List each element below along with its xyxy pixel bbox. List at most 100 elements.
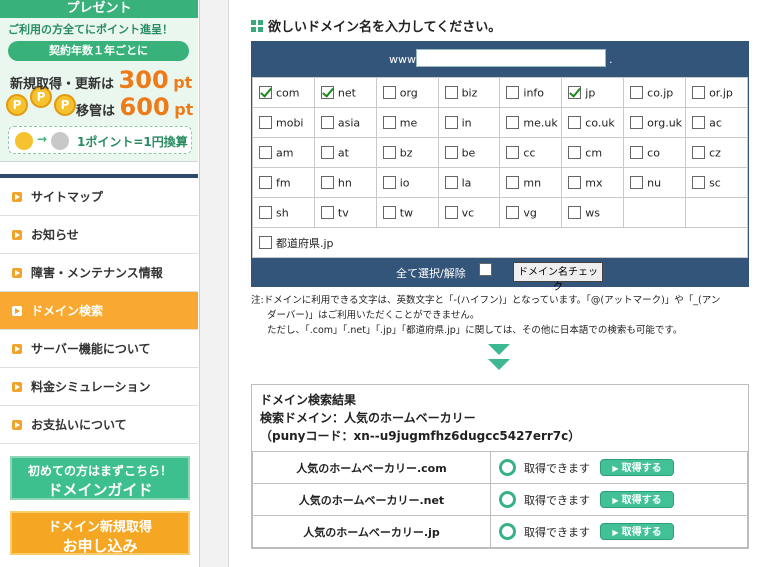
tld-cell[interactable]: sh bbox=[252, 197, 315, 228]
tld-cell[interactable]: io bbox=[375, 167, 439, 198]
tld-checkbox[interactable] bbox=[506, 86, 520, 100]
tld-cell[interactable]: info bbox=[499, 77, 563, 108]
tld-checkbox[interactable] bbox=[568, 206, 582, 220]
tld-cell[interactable]: mn bbox=[499, 167, 563, 198]
tld-checkbox[interactable] bbox=[692, 146, 706, 160]
tld-checkbox[interactable] bbox=[630, 146, 644, 160]
tld-label: info bbox=[523, 86, 545, 100]
tld-cell[interactable]: cm bbox=[561, 137, 625, 168]
tld-checkbox[interactable] bbox=[692, 176, 706, 190]
tld-checkbox[interactable] bbox=[382, 116, 396, 130]
tld-checkbox[interactable] bbox=[382, 86, 396, 100]
tld-checkbox[interactable] bbox=[259, 116, 272, 130]
tld-checkbox[interactable] bbox=[692, 116, 706, 130]
tld-checkbox[interactable] bbox=[320, 86, 334, 100]
tld-checkbox[interactable] bbox=[444, 86, 458, 100]
get-domain-button[interactable]: ▶ 取得する bbox=[600, 491, 674, 508]
tld-cell[interactable]: asia bbox=[313, 107, 377, 138]
tld-cell[interactable]: vc bbox=[437, 197, 501, 228]
tld-cell[interactable]: co.uk bbox=[561, 107, 625, 138]
tld-cell[interactable]: ac bbox=[685, 107, 748, 138]
tld-cell[interactable]: biz bbox=[437, 77, 501, 108]
tld-cell[interactable]: am bbox=[252, 137, 315, 168]
tld-cell[interactable]: me bbox=[375, 107, 439, 138]
prefecture-jp-checkbox[interactable] bbox=[259, 236, 272, 249]
domain-name-input[interactable] bbox=[416, 49, 606, 67]
tld-checkbox[interactable] bbox=[444, 176, 458, 190]
tld-checkbox[interactable] bbox=[320, 146, 334, 160]
tld-checkbox[interactable] bbox=[506, 176, 520, 190]
tld-cell[interactable]: sc bbox=[685, 167, 748, 198]
sidebar-item[interactable]: お知らせ bbox=[0, 216, 198, 254]
tld-checkbox[interactable] bbox=[259, 86, 272, 100]
sidebar-item[interactable]: サイトマップ bbox=[0, 178, 198, 216]
tld-checkbox[interactable] bbox=[382, 176, 396, 190]
tld-checkbox[interactable] bbox=[568, 116, 582, 130]
tld-cell[interactable]: bz bbox=[375, 137, 439, 168]
tld-checkbox[interactable] bbox=[320, 116, 334, 130]
tld-checkbox[interactable] bbox=[568, 176, 582, 190]
tld-cell[interactable]: co bbox=[623, 137, 687, 168]
get-domain-button[interactable]: ▶ 取得する bbox=[600, 459, 674, 476]
domain-apply-button[interactable]: ドメイン新規取得 お申し込み bbox=[10, 511, 190, 555]
tld-label: ac bbox=[709, 116, 722, 130]
tld-checkbox[interactable] bbox=[506, 116, 520, 130]
tld-label: io bbox=[399, 176, 410, 190]
sidebar-item[interactable]: ドメイン検索 bbox=[0, 292, 198, 330]
tld-checkbox[interactable] bbox=[259, 176, 272, 190]
sidebar-item[interactable]: お支払いについて bbox=[0, 406, 198, 444]
tld-checkbox[interactable] bbox=[259, 146, 272, 160]
tld-checkbox[interactable] bbox=[382, 146, 396, 160]
tld-cell[interactable]: ws bbox=[561, 197, 625, 228]
tld-checkbox[interactable] bbox=[320, 176, 334, 190]
tld-cell[interactable]: tw bbox=[375, 197, 439, 228]
tld-checkbox[interactable] bbox=[444, 206, 458, 220]
tld-cell[interactable]: co.jp bbox=[623, 77, 687, 108]
tld-cell[interactable]: in bbox=[437, 107, 501, 138]
tld-checkbox[interactable] bbox=[630, 176, 644, 190]
tld-cell[interactable]: org.uk bbox=[623, 107, 687, 138]
tld-label: mn bbox=[523, 176, 542, 190]
tld-cell[interactable]: cz bbox=[685, 137, 748, 168]
tld-cell[interactable]: me.uk bbox=[499, 107, 563, 138]
tld-cell[interactable]: net bbox=[313, 77, 377, 108]
tld-checkbox[interactable] bbox=[444, 146, 458, 160]
tld-checkbox[interactable] bbox=[320, 206, 334, 220]
tld-checkbox[interactable] bbox=[259, 206, 272, 220]
select-all-label: 全て選択/解除 bbox=[396, 267, 466, 280]
sidebar-item[interactable]: 料金シミュレーション bbox=[0, 368, 198, 406]
tld-cell[interactable]: cc bbox=[499, 137, 563, 168]
point-promo-banner[interactable]: プレゼント ご利用の方全てにポイント進呈！ 契約年数１年ごとに P P P 新規… bbox=[0, 0, 198, 162]
sidebar-item[interactable]: 障害・メンテナンス情報 bbox=[0, 254, 198, 292]
get-domain-button[interactable]: ▶ 取得する bbox=[600, 523, 674, 540]
tld-cell[interactable]: fm bbox=[252, 167, 315, 198]
sidebar-item[interactable]: サーバー機能について bbox=[0, 330, 198, 368]
tld-cell[interactable]: nu bbox=[623, 167, 687, 198]
tld-checkbox[interactable] bbox=[568, 86, 582, 100]
tld-cell[interactable]: vg bbox=[499, 197, 563, 228]
tld-cell[interactable]: org bbox=[375, 77, 439, 108]
tld-cell[interactable]: mobi bbox=[252, 107, 315, 138]
tld-checkbox[interactable] bbox=[630, 116, 644, 130]
tld-checkbox[interactable] bbox=[506, 146, 520, 160]
tld-cell[interactable]: hn bbox=[313, 167, 377, 198]
tld-checkbox[interactable] bbox=[568, 146, 582, 160]
tld-cell[interactable]: jp bbox=[561, 77, 625, 108]
domain-check-button[interactable]: ドメイン名チェック bbox=[513, 262, 603, 293]
tld-checkbox[interactable] bbox=[382, 206, 396, 220]
tld-checkbox[interactable] bbox=[444, 116, 458, 130]
tld-cell[interactable]: be bbox=[437, 137, 501, 168]
select-all-checkbox[interactable] bbox=[479, 263, 492, 276]
tld-cell[interactable]: la bbox=[437, 167, 501, 198]
tld-cell[interactable]: com bbox=[252, 77, 315, 108]
tld-cell[interactable]: or.jp bbox=[685, 77, 748, 108]
tld-checkbox[interactable] bbox=[630, 86, 644, 100]
get-domain-button-label: 取得する bbox=[621, 463, 662, 474]
tld-cell-prefecture[interactable]: 都道府県.jp bbox=[252, 227, 748, 258]
tld-checkbox[interactable] bbox=[506, 206, 520, 220]
tld-cell[interactable]: mx bbox=[561, 167, 625, 198]
tld-cell[interactable]: at bbox=[313, 137, 377, 168]
domain-guide-button[interactable]: 初めての方はまずこちら！ ドメインガイド bbox=[10, 456, 190, 500]
tld-cell[interactable]: tv bbox=[313, 197, 377, 228]
tld-checkbox[interactable] bbox=[692, 86, 706, 100]
